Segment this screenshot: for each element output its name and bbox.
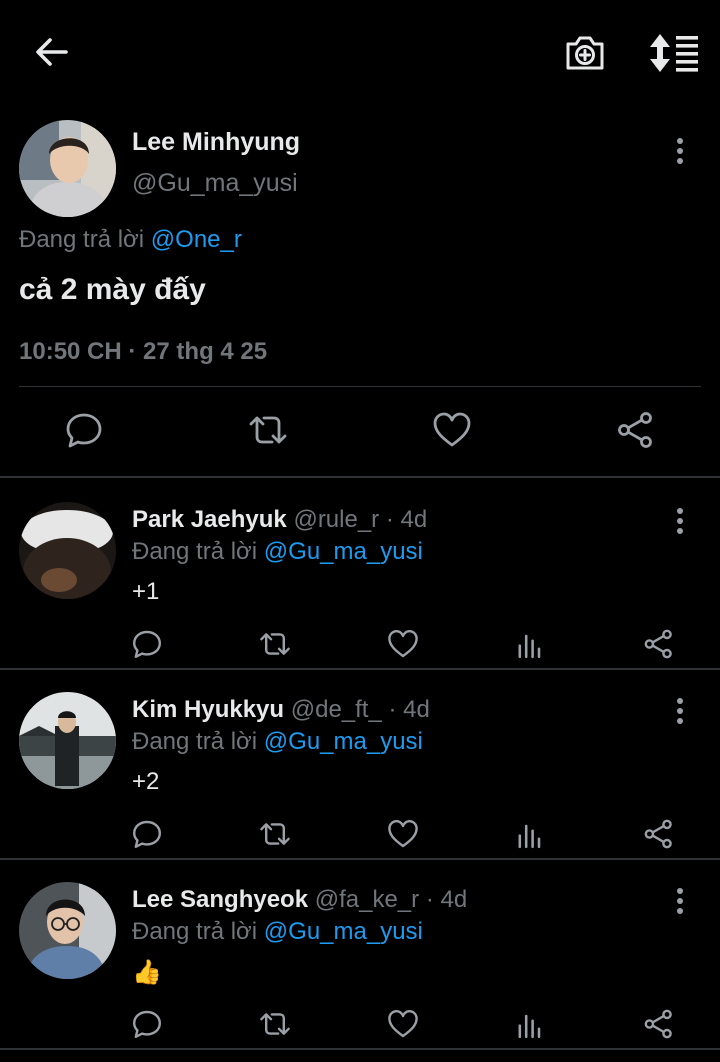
divider bbox=[19, 386, 701, 387]
tweet-text: cả 2 mày đấy bbox=[19, 273, 206, 306]
camera-add-icon[interactable] bbox=[562, 30, 608, 76]
replying-to: Đang trả lời @Gu_ma_yusi bbox=[132, 918, 423, 946]
more-vertical-icon[interactable] bbox=[666, 696, 694, 726]
heart-icon[interactable] bbox=[432, 410, 472, 450]
top-bar bbox=[0, 0, 720, 104]
tweet-text: +1 bbox=[132, 578, 160, 605]
views-chart-icon[interactable] bbox=[515, 628, 547, 660]
share-icon[interactable] bbox=[643, 818, 675, 850]
retweet-icon[interactable] bbox=[259, 628, 291, 660]
share-icon[interactable] bbox=[643, 628, 675, 660]
reply-header: Lee Sanghyeok @fa_ke_r · 4d bbox=[132, 886, 467, 914]
retweet-icon[interactable] bbox=[248, 410, 288, 450]
tweet-text: 👍 bbox=[132, 959, 162, 986]
author-handle[interactable]: @rule_r bbox=[293, 506, 379, 533]
reply-header: Park Jaehyuk @rule_r · 4d bbox=[132, 506, 427, 534]
replying-label: Đang trả lời bbox=[19, 226, 145, 253]
reply-tweet[interactable]: Lee Sanghyeok @fa_ke_r · 4d Đang trả lời… bbox=[0, 860, 720, 1050]
retweet-icon[interactable] bbox=[259, 818, 291, 850]
mention-link[interactable]: @Gu_ma_yusi bbox=[264, 538, 423, 565]
tweet-date: 27 thg 4 25 bbox=[143, 338, 268, 365]
author-name[interactable]: Kim Hyukkyu bbox=[132, 696, 284, 723]
tweet-text: +2 bbox=[132, 768, 160, 795]
tweet-age: 4d bbox=[440, 886, 468, 913]
more-vertical-icon[interactable] bbox=[666, 506, 694, 536]
tweet-age: 4d bbox=[400, 506, 428, 533]
back-arrow-icon[interactable] bbox=[30, 30, 74, 74]
tweet-time: 10:50 CH bbox=[19, 338, 122, 365]
author-handle[interactable]: @Gu_ma_yusi bbox=[132, 169, 298, 198]
reply-header: Kim Hyukkyu @de_ft_ · 4d bbox=[132, 696, 430, 724]
share-icon[interactable] bbox=[643, 1008, 675, 1040]
meta-separator: · bbox=[121, 338, 144, 365]
replying-label: Đang trả lời bbox=[132, 538, 258, 565]
retweet-icon[interactable] bbox=[259, 1008, 291, 1040]
main-tweet: Lee Minhyung @Gu_ma_yusi Đang trả lời @O… bbox=[0, 110, 720, 478]
reply-icon[interactable] bbox=[131, 818, 163, 850]
heart-icon[interactable] bbox=[387, 1008, 419, 1040]
more-vertical-icon[interactable] bbox=[666, 886, 694, 916]
reply-tweet[interactable]: Park Jaehyuk @rule_r · 4d Đang trả lời @… bbox=[0, 480, 720, 670]
replying-to: Đang trả lời @Gu_ma_yusi bbox=[132, 728, 423, 756]
share-icon[interactable] bbox=[616, 410, 656, 450]
avatar[interactable] bbox=[19, 502, 116, 599]
sort-list-icon[interactable] bbox=[648, 30, 700, 76]
reply-icon[interactable] bbox=[131, 1008, 163, 1040]
mention-link[interactable]: @One_r bbox=[151, 226, 242, 253]
avatar[interactable] bbox=[19, 882, 116, 979]
reply-icon[interactable] bbox=[64, 410, 104, 450]
views-chart-icon[interactable] bbox=[515, 818, 547, 850]
author-handle[interactable]: @de_ft_ bbox=[291, 696, 382, 723]
more-vertical-icon[interactable] bbox=[666, 136, 694, 166]
avatar[interactable] bbox=[19, 692, 116, 789]
views-chart-icon[interactable] bbox=[515, 1008, 547, 1040]
author-name[interactable]: Lee Minhyung bbox=[132, 128, 300, 157]
heart-icon[interactable] bbox=[387, 818, 419, 850]
tweet-timestamp: 10:50 CH · 27 thg 4 25 bbox=[19, 338, 267, 366]
dot-separator: · bbox=[419, 886, 441, 913]
dot-separator: · bbox=[379, 506, 401, 533]
author-name[interactable]: Lee Sanghyeok bbox=[132, 886, 308, 913]
heart-icon[interactable] bbox=[387, 628, 419, 660]
author-name[interactable]: Park Jaehyuk bbox=[132, 506, 287, 533]
avatar[interactable] bbox=[19, 120, 116, 217]
author-handle[interactable]: @fa_ke_r bbox=[315, 886, 419, 913]
dot-separator: · bbox=[381, 696, 404, 723]
mention-link[interactable]: @Gu_ma_yusi bbox=[264, 918, 423, 945]
reply-tweet[interactable]: Kim Hyukkyu @de_ft_ · 4d Đang trả lời @G… bbox=[0, 670, 720, 860]
replying-to: Đang trả lời @One_r bbox=[19, 226, 242, 254]
mention-link[interactable]: @Gu_ma_yusi bbox=[264, 728, 423, 755]
replying-to: Đang trả lời @Gu_ma_yusi bbox=[132, 538, 423, 566]
replying-label: Đang trả lời bbox=[132, 918, 258, 945]
replying-label: Đang trả lời bbox=[132, 728, 258, 755]
tweet-age: 4d bbox=[403, 696, 430, 723]
reply-icon[interactable] bbox=[131, 628, 163, 660]
